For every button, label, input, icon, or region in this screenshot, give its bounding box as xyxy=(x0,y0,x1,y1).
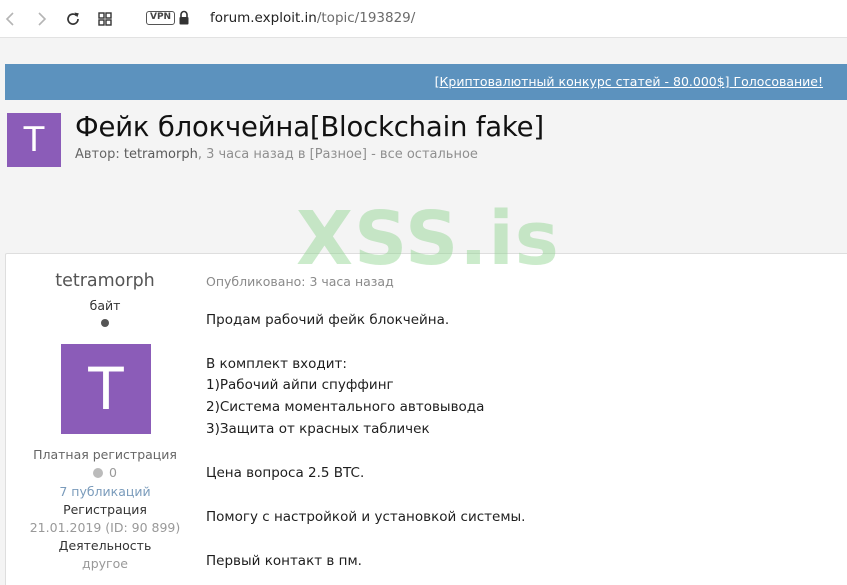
reputation-badge: 0 xyxy=(5,465,205,480)
url-domain: forum.exploit.in xyxy=(210,10,317,26)
reload-icon xyxy=(67,12,79,25)
topic-author-link[interactable]: tetramorph xyxy=(124,147,198,162)
chevron-right-icon xyxy=(38,12,47,26)
online-status-indicator xyxy=(101,319,109,327)
post-text-line: Первый контакт в пм. xyxy=(206,553,362,569)
topic-title: Фейк блокчейна[Blockchain fake] xyxy=(75,111,544,143)
post-author-rank: байт xyxy=(89,298,121,313)
post-text-line: Цена вопроса 2.5 BTC. xyxy=(206,465,365,481)
post-text-line: 2)Система моментального автовывода xyxy=(206,399,485,415)
post-text-line: В комплект входит: xyxy=(206,356,347,372)
post-author-name[interactable]: tetramorph xyxy=(5,271,205,291)
post-count-link[interactable]: 7 публикаций xyxy=(5,484,205,499)
post-text-line: Продам рабочий фейк блокчейна. xyxy=(206,312,450,328)
chevron-left-icon xyxy=(5,12,14,26)
lock-icon xyxy=(179,10,189,25)
post-author-avatar[interactable]: T xyxy=(61,344,151,434)
grid-icon xyxy=(98,12,112,26)
activity-label: Деятельность xyxy=(58,538,152,553)
tabs-grid-button[interactable] xyxy=(94,8,116,30)
contest-vote-link[interactable]: [Криптовалютный конкурс статей - 80.000$… xyxy=(435,74,823,89)
registration-value: 21.01.2019 (ID: 90 899) xyxy=(29,520,181,535)
post-published-date: Опубликовано: 3 часа назад xyxy=(206,274,394,289)
topic-author-avatar[interactable]: T xyxy=(7,113,61,167)
back-button[interactable] xyxy=(0,8,22,30)
topic-meta: Автор: tetramorph, 3 часа назад в [Разно… xyxy=(75,147,478,162)
address-bar[interactable]: forum.exploit.in/topic/193829/ xyxy=(210,10,415,26)
author-label: Автор: xyxy=(75,147,120,162)
forward-button[interactable] xyxy=(30,8,52,30)
post-text-line: Помогу с настройкой и установкой системы… xyxy=(206,509,526,525)
vpn-badge[interactable]: VPN xyxy=(146,11,176,25)
announcement-banner: [Криптовалютный конкурс статей - 80.000$… xyxy=(5,64,847,100)
url-path: /topic/193829/ xyxy=(316,10,416,26)
browser-toolbar: VPN forum.exploit.in/topic/193829/ xyxy=(0,0,847,38)
reputation-value: 0 xyxy=(109,465,117,480)
page: VPN forum.exploit.in/topic/193829/ [Крип… xyxy=(0,0,847,585)
user-group-label: Платная регистрация xyxy=(33,447,177,462)
reputation-dot-icon xyxy=(93,468,104,478)
reload-button[interactable] xyxy=(62,8,84,30)
post-author-panel: tetramorph байт T Платная регистрация 0 … xyxy=(5,253,205,585)
post-text-line: 1)Рабочий айпи спуффинг xyxy=(206,377,394,393)
activity-value: другое xyxy=(82,556,128,571)
registration-label: Регистрация xyxy=(63,502,147,517)
topic-time-category: , 3 часа назад в [Разное] - все остально… xyxy=(197,147,478,162)
post-text-line: 3)Защита от красных табличек xyxy=(206,421,430,437)
